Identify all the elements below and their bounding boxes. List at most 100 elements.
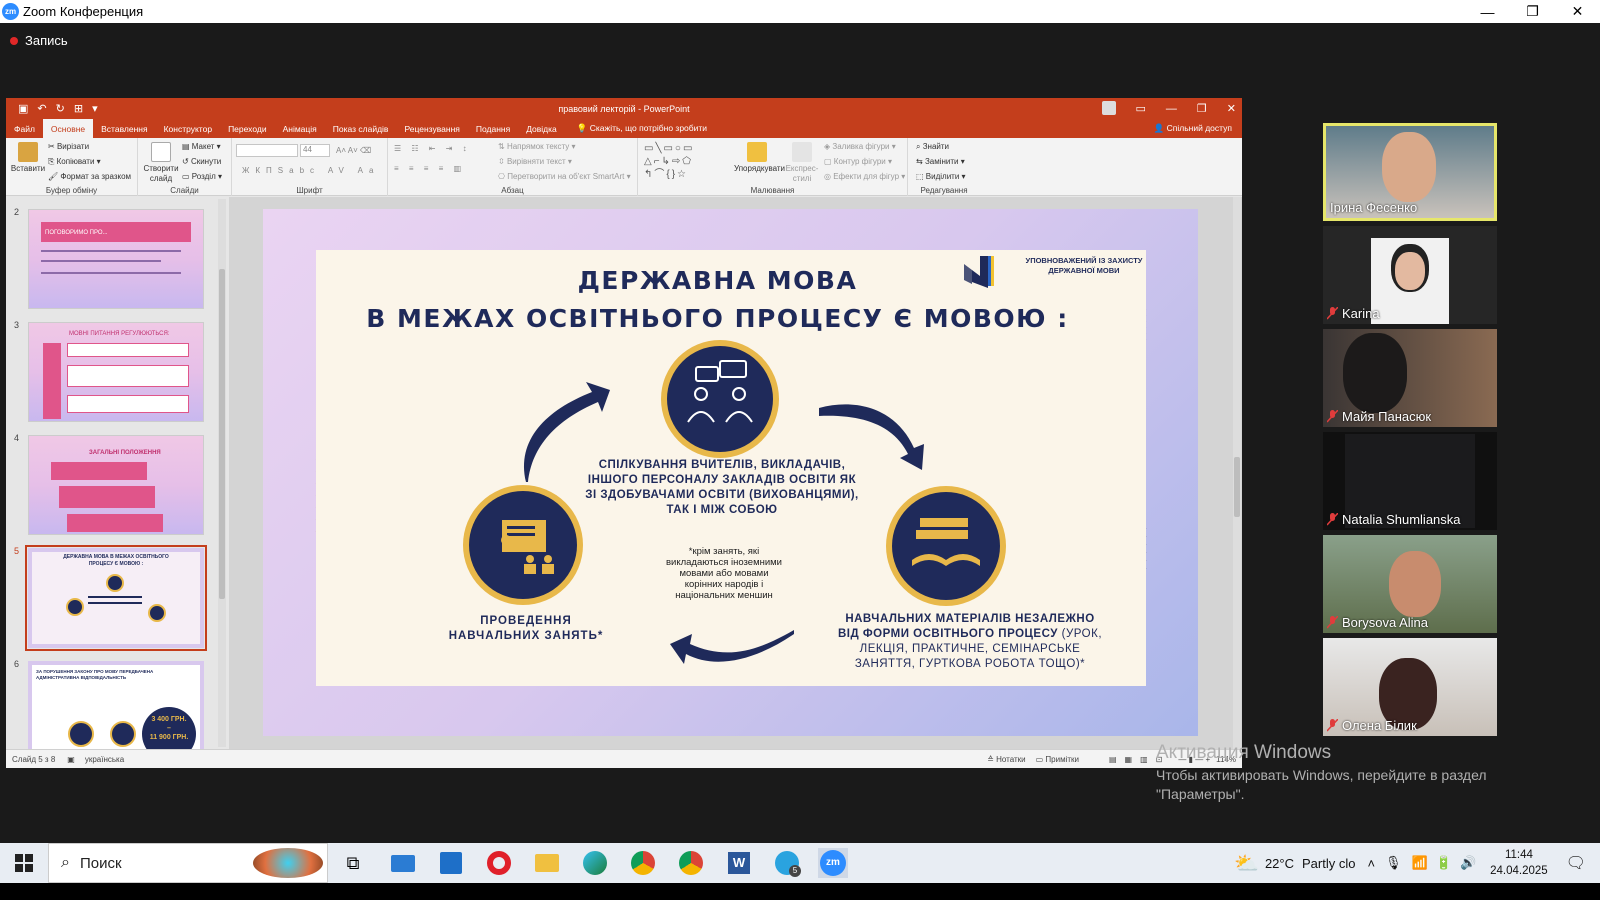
microphone-icon[interactable]: 🎙 — [1385, 855, 1402, 871]
store-icon[interactable] — [436, 848, 466, 878]
cut-button[interactable]: ✂ Вирізати — [48, 142, 89, 151]
align-text-button[interactable]: ⇳ Вирівняти текст ▾ — [498, 157, 572, 166]
tray-overflow-icon[interactable]: ˄ — [1367, 856, 1375, 871]
clock[interactable]: 11:44 24.04.2025 — [1490, 847, 1548, 879]
text-direction-button[interactable]: ⇅ Напрямок тексту ▾ — [498, 142, 575, 151]
temperature[interactable]: 22°C — [1265, 856, 1294, 871]
tab-slideshow[interactable]: Показ слайдів — [325, 119, 397, 138]
minimize-button[interactable]: — — [1465, 0, 1510, 23]
start-button[interactable] — [0, 843, 48, 883]
tab-insert[interactable]: Вставлення — [93, 119, 155, 138]
notes-button[interactable]: ≙ Нотатки — [987, 755, 1025, 764]
font-name-field[interactable] — [236, 144, 298, 157]
thumbnail-scrollbar[interactable] — [218, 199, 226, 747]
tab-view[interactable]: Подання — [468, 119, 518, 138]
slide-thumbnail-4[interactable]: ЗАГАЛЬНІ ПОЛОЖЕННЯ — [28, 435, 204, 535]
notifications-icon[interactable]: 🗨 — [1566, 853, 1586, 873]
task-view-icon[interactable]: ⧉ — [338, 848, 368, 878]
restore-button[interactable]: ❐ — [1510, 0, 1555, 23]
paste-button[interactable]: Вставити — [10, 142, 46, 174]
format-painter-button[interactable]: 🖌 Формат за зразком — [48, 172, 131, 181]
ppt-close-button[interactable]: ✕ — [1227, 102, 1236, 115]
slide-thumbnail-2[interactable]: ПОГОВОРИМО ПРО... — [28, 209, 204, 309]
find-button[interactable]: ⌕ Знайти — [916, 142, 949, 152]
undo-icon[interactable]: ↶ — [37, 102, 46, 115]
slide-thumbnail-3[interactable]: МОВНІ ПИТАННЯ РЕГУЛЮЮТЬСЯ: — [28, 322, 204, 422]
file-explorer-icon[interactable] — [532, 848, 562, 878]
video-tile[interactable]: Майя Панасюк — [1323, 329, 1497, 427]
tab-design[interactable]: Конструктор — [156, 119, 220, 138]
edge-icon[interactable] — [580, 848, 610, 878]
comments-button[interactable]: ▭ Примітки — [1036, 755, 1079, 764]
quick-styles-button[interactable]: Експрес-стилі — [784, 142, 820, 184]
ppt-minimize-button[interactable]: — — [1166, 103, 1177, 115]
battery-icon[interactable]: 🔋 — [1436, 855, 1452, 871]
slide-counter: Слайд 5 з 8 — [12, 754, 56, 764]
slide-scrollbar[interactable] — [1233, 197, 1241, 749]
slide-thumbnail-6[interactable]: ЗА ПОРУШЕННЯ ЗАКОНУ ПРО МОВУ ПЕРЕДБАЧЕНА… — [28, 661, 204, 749]
ppt-restore-button[interactable]: ❐ — [1197, 102, 1207, 115]
video-tile[interactable]: Ірина Фесенко — [1323, 123, 1497, 221]
convert-smartart-button[interactable]: ⎔ Перетворити на об'єкт SmartArt ▾ — [498, 172, 631, 181]
account-avatar-icon[interactable] — [1102, 101, 1116, 115]
video-tile[interactable]: Natalia Shumlianska — [1323, 432, 1497, 530]
tab-home[interactable]: Основне — [42, 119, 94, 138]
tab-file[interactable]: Файл — [6, 119, 43, 138]
slide-scroll-thumb[interactable] — [1234, 457, 1240, 517]
ribbon: Вставити ✂ Вирізати ⎘ Копіювати ▾ 🖌 Форм… — [6, 138, 1242, 196]
opera-icon[interactable] — [484, 848, 514, 878]
video-tile[interactable]: Borysova Alina — [1323, 535, 1497, 633]
taskbar-search-box[interactable]: ⌕ Поиск — [48, 843, 328, 883]
list-buttons-icon[interactable]: ☰ ☷ ⇤ ⇥ ↕ — [394, 144, 471, 153]
tab-help[interactable]: Довідка — [518, 119, 565, 138]
weather-icon[interactable]: ⛅ — [1234, 851, 1259, 876]
video-tile[interactable]: Karina — [1323, 226, 1497, 324]
recording-indicator[interactable]: Запись — [10, 33, 68, 48]
presentation-start-icon[interactable]: ⊞ — [74, 102, 83, 115]
reset-button[interactable]: ↺ Скинути — [182, 157, 221, 166]
share-button[interactable]: 👤 Спільний доступ — [1154, 123, 1232, 134]
font-size-field[interactable]: 44 — [300, 144, 330, 157]
layout-button[interactable]: ▤ Макет ▾ — [182, 142, 221, 151]
chrome-g-icon[interactable] — [676, 848, 706, 878]
slide-thumbnail-5[interactable]: ДЕРЖАВНА МОВА В МЕЖАХ ОСВІТНЬОГО ПРОЦЕСУ… — [25, 545, 207, 651]
close-button[interactable]: ✕ — [1555, 0, 1600, 23]
redo-icon[interactable]: ↻ — [56, 102, 65, 115]
word-icon[interactable]: W — [724, 848, 754, 878]
arrange-button[interactable]: Упорядкувати — [734, 142, 785, 174]
tab-animations[interactable]: Анімація — [275, 119, 325, 138]
tab-review[interactable]: Рецензування — [396, 119, 467, 138]
weather-summary[interactable]: Partly clo — [1302, 856, 1355, 871]
section-button[interactable]: ▭ Розділ ▾ — [182, 172, 222, 181]
zoom-taskbar-icon[interactable]: zm — [818, 848, 848, 878]
video-tile[interactable]: Олена Білик — [1323, 638, 1497, 736]
shape-effects-button[interactable]: ◎ Ефекти для фігур ▾ — [824, 172, 905, 181]
slides-group: Створити слайд ▤ Макет ▾ ↺ Скинути ▭ Роз… — [138, 138, 232, 196]
current-slide[interactable]: УПОВНОВАЖЕНИЙ ІЗ ЗАХИСТУ ДЕРЖАВНОЇ МОВИ … — [263, 209, 1198, 736]
spellcheck-icon[interactable]: ▣ — [67, 755, 75, 764]
tell-me-box[interactable]: 💡 Скажіть, що потрібно зробити — [577, 123, 707, 134]
thumbnail-scroll-thumb[interactable] — [219, 269, 225, 599]
shape-outline-button[interactable]: ▢ Контур фігури ▾ — [824, 157, 892, 166]
telegram-icon[interactable]: 5 — [772, 848, 802, 878]
shapes-gallery-icon[interactable]: ▭╲▭○▭ △⌐↳⇨⬠ ↰⌒{}☆ — [644, 142, 728, 182]
language-indicator[interactable]: українська — [85, 755, 124, 764]
network-icon[interactable]: 📶 — [1412, 855, 1428, 871]
volume-icon[interactable]: 🔊 — [1460, 855, 1476, 871]
font-grow-shrink-icon[interactable]: A˄ A˅ ⌫ — [336, 146, 371, 155]
chrome-k-icon[interactable] — [628, 848, 658, 878]
shape-fill-button[interactable]: ◈ Заливка фігури ▾ — [824, 142, 896, 151]
participant-label: Олена Білик — [1327, 718, 1417, 733]
mail-icon[interactable] — [388, 848, 418, 878]
customize-qat-icon[interactable]: ▾ — [92, 102, 98, 115]
replace-button[interactable]: ⇆ Замінити ▾ — [916, 157, 965, 166]
new-slide-button[interactable]: Створити слайд — [142, 142, 180, 184]
select-label: Виділити — [925, 172, 960, 181]
font-style-buttons-icon[interactable]: ЖКПSabc AV Aa — [242, 166, 379, 175]
ribbon-display-icon[interactable]: ▭ — [1136, 102, 1146, 115]
save-icon[interactable]: ▣ — [18, 102, 28, 115]
tab-transitions[interactable]: Переходи — [220, 119, 275, 138]
align-buttons-icon[interactable]: ≡ ≡ ≡ ≡ ▥ — [394, 164, 465, 173]
copy-button[interactable]: ⎘ Копіювати ▾ — [48, 157, 101, 167]
select-button[interactable]: ⬚ Виділити ▾ — [916, 172, 966, 181]
